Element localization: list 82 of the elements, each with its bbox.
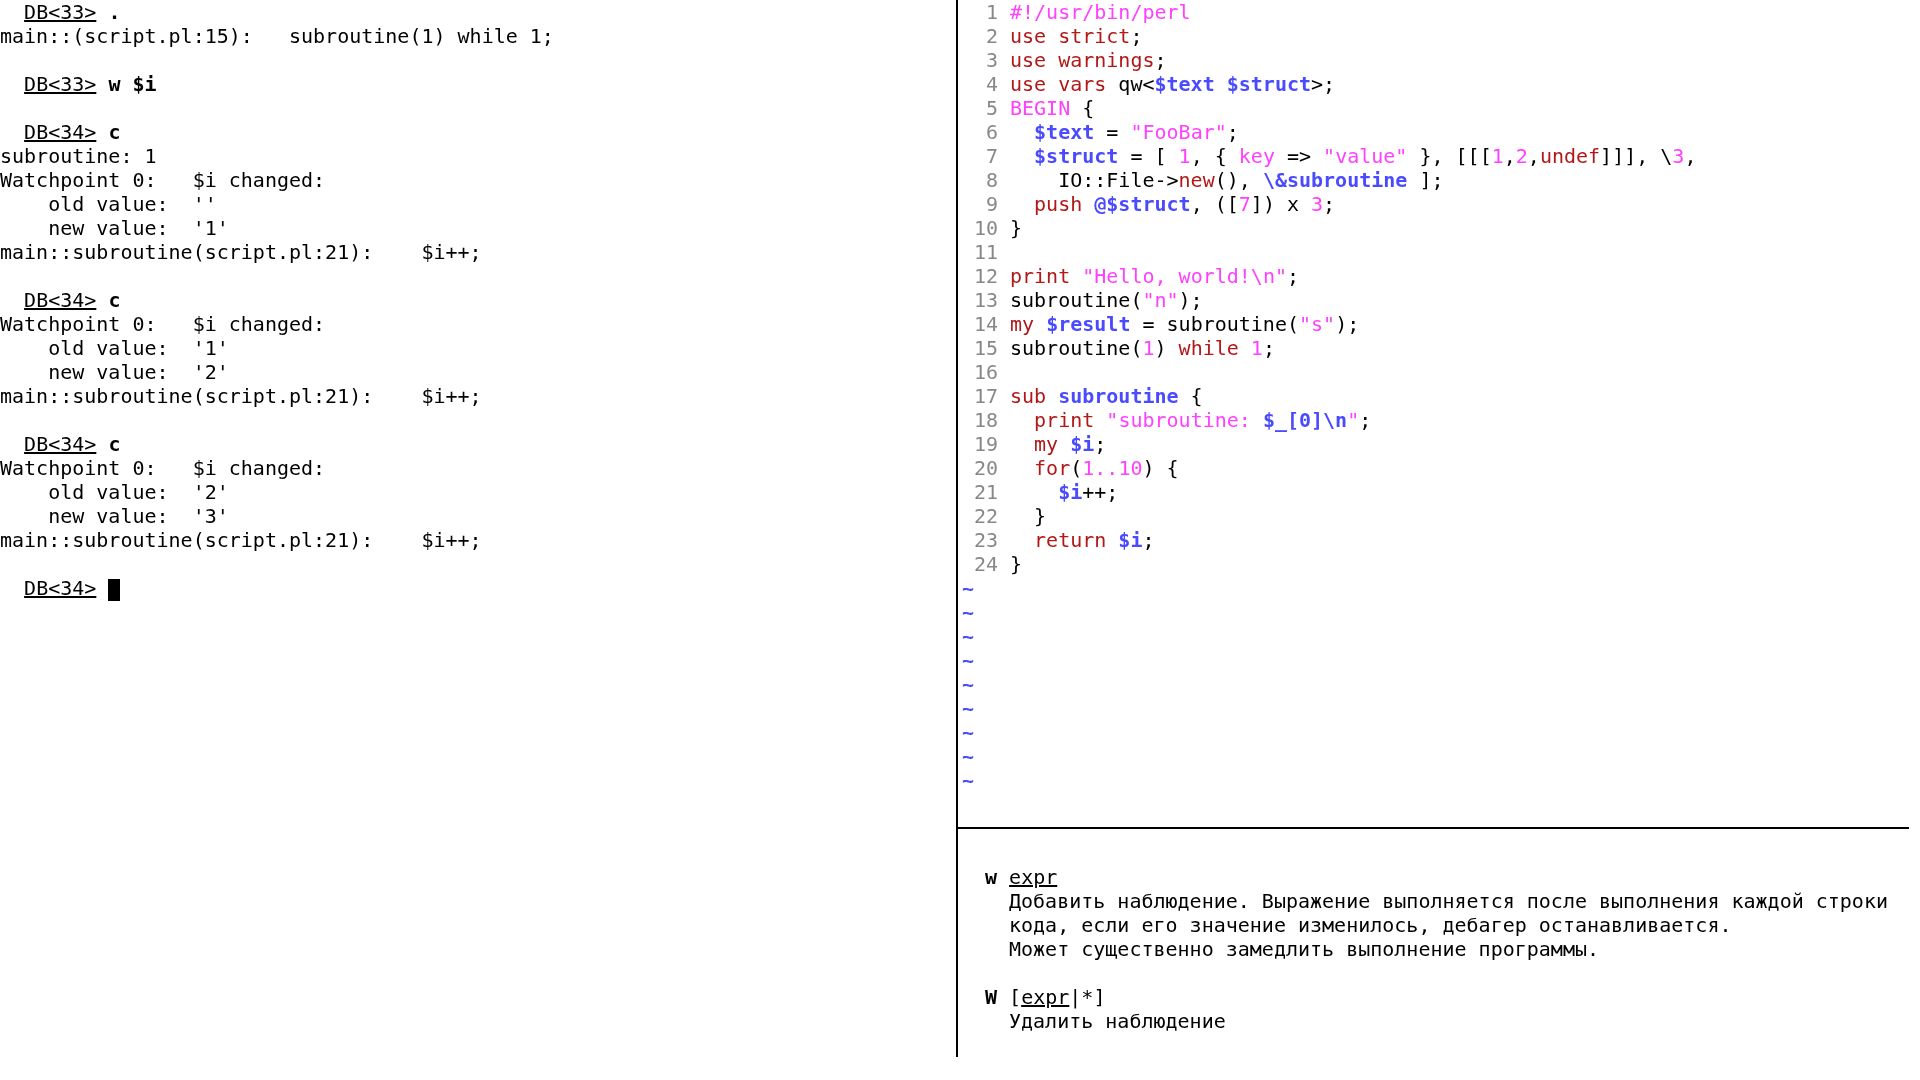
code-line: return $i;	[1033, 528, 1155, 552]
line-number: 16	[972, 360, 998, 384]
line-number: 22	[972, 504, 998, 528]
output-line: main::subroutine(script.pl:21): $i++;	[0, 384, 482, 408]
output-line: main::subroutine(script.pl:21): $i++;	[0, 528, 482, 552]
output-line: old value: '2'	[47, 480, 229, 504]
line-number: 17	[972, 384, 998, 408]
output-line: main::(script.pl:15): subroutine(1) while 1;	[0, 24, 554, 48]
empty-line-marker: ~	[962, 648, 975, 672]
line-number: 3	[984, 48, 998, 72]
code-line: $text = "FooBar";	[1033, 120, 1239, 144]
line-number: 21	[972, 480, 998, 504]
line-number: 24	[972, 552, 998, 576]
line-number: 8	[984, 168, 998, 192]
empty-line-marker: ~	[962, 600, 975, 624]
code-line: subroutine("n");	[1010, 288, 1203, 312]
code-line: my $i;	[1033, 432, 1107, 456]
code-line: $i++;	[1057, 480, 1119, 504]
code-line: push @$struct, ([7]) x 3;	[1033, 192, 1336, 216]
output-line: main::subroutine(script.pl:21): $i++;	[0, 240, 482, 264]
line-number: 23	[972, 528, 998, 552]
line-number: 1	[984, 0, 998, 24]
code-line: }	[1010, 552, 1023, 576]
help-description: Может существенно замедлить выполнение программы.	[1009, 937, 1599, 961]
line-number: 5	[984, 96, 998, 120]
code-line: for(1..10) {	[1033, 456, 1179, 480]
line-number: 13	[972, 288, 998, 312]
output-line: new value: '1'	[47, 216, 229, 240]
prompt-line: DB<33> w $i	[23, 72, 157, 96]
empty-line-marker: ~	[962, 768, 975, 792]
text-cursor	[108, 578, 121, 601]
code-line: print "subroutine: $_[0]\n";	[1033, 408, 1372, 432]
help-description: Добавить наблюдение. Выражение выполняется после выполнения каждой строки	[1009, 889, 1888, 913]
line-number: 20	[972, 456, 998, 480]
code-line: sub subroutine {	[1010, 384, 1203, 408]
line-number: 10	[972, 216, 998, 240]
line-number: 12	[972, 264, 998, 288]
code-line: subroutine(1) while 1;	[1010, 336, 1275, 360]
code-line: use vars qw<$text $struct>;	[1010, 72, 1336, 96]
empty-line-marker: ~	[962, 672, 975, 696]
output-line: old value: '1'	[47, 336, 229, 360]
line-number: 11	[972, 240, 998, 264]
line-number: 4	[984, 72, 998, 96]
empty-line-marker: ~	[962, 624, 975, 648]
help-description: кода, если его значение изменилось, дебагер останавливается.	[1009, 913, 1732, 937]
line-number: 14	[972, 312, 998, 336]
prompt-line: DB<33> .	[23, 0, 121, 24]
help-command: w expr	[985, 865, 1058, 889]
line-number: 9	[984, 192, 998, 216]
code-line: my $result = subroutine("s");	[1010, 312, 1360, 336]
code-line: $struct = [ 1, { key => "value" }, [[[1,2,undef]]], \3,	[1033, 144, 1697, 168]
line-number: 18	[972, 408, 998, 432]
prompt-line: DB<34> c	[23, 432, 121, 456]
prompt-line: DB<34> c	[23, 120, 121, 144]
output-line: subroutine: 1	[0, 144, 157, 168]
code-line: IO::File->new(), \&subroutine ];	[1057, 168, 1444, 192]
empty-line-marker: ~	[962, 720, 975, 744]
code-line: BEGIN {	[1010, 96, 1095, 120]
help-description: Удалить наблюдение	[1009, 1009, 1226, 1033]
help-command: W [expr|*]	[985, 985, 1106, 1009]
output-line: Watchpoint 0: $i changed:	[0, 456, 326, 480]
line-number: 15	[972, 336, 998, 360]
output-line: Watchpoint 0: $i changed:	[0, 168, 326, 192]
code-line: }	[1033, 504, 1047, 528]
line-number: 6	[984, 120, 998, 144]
prompt-line: DB<34>	[23, 576, 98, 600]
line-number: 19	[972, 432, 998, 456]
code-line: use warnings;	[1010, 48, 1167, 72]
empty-line-marker: ~	[962, 744, 975, 768]
output-line: new value: '2'	[47, 360, 229, 384]
code-line: print "Hello, world!\n";	[1010, 264, 1299, 288]
empty-line-marker: ~	[962, 576, 975, 600]
output-line: old value: ''	[47, 192, 217, 216]
code-line: use strict;	[1010, 24, 1143, 48]
line-number: 7	[984, 144, 998, 168]
empty-line-marker: ~	[962, 696, 975, 720]
prompt-line: DB<34> c	[23, 288, 121, 312]
code-line: #!/usr/bin/perl	[1010, 0, 1191, 24]
output-line: Watchpoint 0: $i changed:	[0, 312, 326, 336]
code-line: }	[1010, 216, 1023, 240]
line-number: 2	[984, 24, 998, 48]
output-line: new value: '3'	[47, 504, 229, 528]
